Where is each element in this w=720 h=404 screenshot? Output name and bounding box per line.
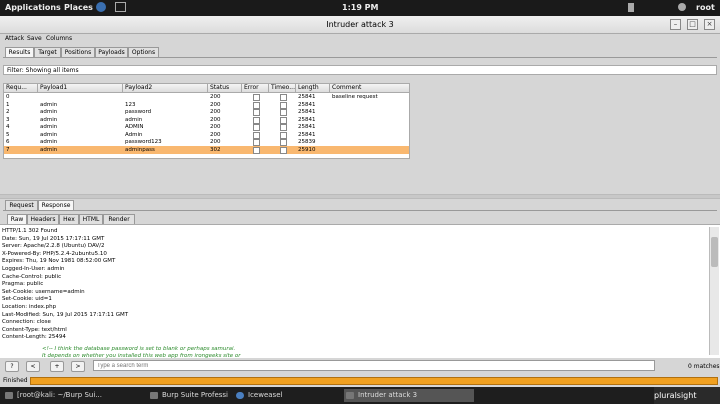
tab-divider — [3, 57, 717, 58]
status-label: Finished — [3, 377, 28, 384]
menu-save[interactable]: Save — [27, 35, 42, 42]
prev-button[interactable]: < — [26, 361, 40, 372]
close-icon[interactable]: × — [704, 19, 715, 30]
maximize-icon[interactable]: □ — [687, 19, 698, 30]
iceweasel-icon[interactable] — [96, 2, 106, 12]
filter-label: Filter: Showing all items — [7, 67, 79, 74]
tab-headers[interactable]: Headers — [27, 214, 59, 224]
applications-menu[interactable]: Applications — [5, 3, 61, 12]
terminal-icon[interactable] — [115, 2, 126, 12]
progress-bar — [30, 377, 718, 385]
col-length[interactable]: Length — [296, 84, 330, 93]
table-cell: 7 — [6, 146, 10, 153]
help-button[interactable]: ? — [5, 361, 19, 372]
window-titlebar[interactable]: Intruder attack 3 – □ × — [0, 16, 720, 34]
clock[interactable]: 1:19 PM — [342, 3, 379, 12]
iceweasel-icon — [236, 392, 244, 399]
tab-response[interactable]: Response — [38, 200, 74, 210]
response-line: X-Powered-By: PHP/5.2.4-2ubuntu5.10 — [2, 250, 107, 257]
tab-hex[interactable]: Hex — [59, 214, 79, 224]
scrollbar-thumb[interactable] — [711, 237, 718, 267]
tab-positions[interactable]: Positions — [61, 47, 95, 57]
places-menu[interactable]: Places — [64, 3, 93, 12]
tab-request[interactable]: Request — [5, 200, 38, 210]
response-line: HTTP/1.1 302 Found — [2, 228, 58, 234]
response-line: Set-Cookie: username=admin — [2, 288, 85, 295]
terminal-icon — [5, 392, 13, 399]
task-terminal[interactable]: [root@kali: ~/Burp Sui... — [3, 389, 143, 402]
pluralsight-watermark: pluralsight — [654, 387, 720, 404]
table-cell: 25910 — [298, 146, 316, 153]
results-table: Requ... Payload1 Payload2 Status Error T… — [3, 83, 410, 159]
response-line: Date: Sun, 19 Jul 2015 17:17:11 GMT — [2, 235, 105, 242]
tab-target[interactable]: Target — [34, 47, 61, 57]
search-input[interactable] — [93, 360, 655, 371]
tab-options[interactable]: Options — [128, 47, 159, 57]
timeout-checkbox — [280, 146, 287, 154]
task-label: Burp Suite Professio... — [162, 391, 228, 399]
menu-bar: Attack Save Columns — [0, 34, 720, 44]
response-line: Content-Type: text/html — [2, 326, 67, 333]
table-cell: 302 — [210, 146, 221, 153]
next-button[interactable]: > — [71, 361, 85, 372]
response-comment-1: <!-- I think the database password is se… — [42, 346, 236, 352]
tab-render[interactable]: Render — [103, 214, 135, 224]
burp-icon — [150, 392, 158, 399]
response-scrollbar[interactable] — [709, 227, 719, 355]
response-line: Cache-Control: public — [2, 273, 62, 280]
tab-results[interactable]: Results — [5, 47, 34, 57]
col-comment[interactable]: Comment — [330, 84, 409, 93]
response-line: Server: Apache/2.2.8 (Ubuntu) DAV/2 — [2, 243, 105, 250]
top-panel: Applications Places 1:19 PM root — [0, 0, 720, 16]
task-label: Iceweasel — [248, 391, 283, 399]
window-title: Intruder attack 3 — [326, 20, 394, 29]
user-icon — [678, 3, 686, 11]
add-button[interactable]: + — [50, 361, 64, 372]
menu-columns[interactable]: Columns — [46, 35, 72, 42]
filter-bar[interactable]: Filter: Showing all items — [3, 65, 717, 75]
tab-payloads[interactable]: Payloads — [95, 47, 128, 57]
response-comment-2: It depends on whether you installed this… — [42, 353, 241, 359]
reqtab-divider — [3, 210, 717, 211]
response-line: Logged-In-User: admin — [2, 266, 65, 272]
response-body[interactable]: HTTP/1.1 302 Found Date: Sun, 19 Jul 2015… — [0, 224, 720, 359]
response-line: Pragma: public — [2, 281, 44, 288]
col-timeout[interactable]: Timeo... — [269, 84, 296, 93]
menu-attack[interactable]: Attack — [5, 35, 24, 42]
task-label: [root@kali: ~/Burp Sui... — [17, 391, 102, 399]
pane-splitter[interactable] — [0, 194, 720, 199]
window-icon — [346, 392, 354, 399]
task-intruder[interactable]: Intruder attack 3 — [344, 389, 474, 402]
minimize-icon[interactable]: – — [670, 19, 681, 30]
table-cell: adminpass — [125, 146, 155, 153]
col-error[interactable]: Error — [242, 84, 269, 93]
response-line: Expires: Thu, 19 Nov 1981 08:52:00 GMT — [2, 258, 116, 265]
task-iceweasel[interactable]: Iceweasel — [234, 389, 334, 402]
response-line: Location: index.php — [2, 304, 57, 310]
microphone-icon[interactable] — [628, 3, 634, 12]
response-line: Set-Cookie: uid=1 — [2, 296, 52, 303]
response-line: Content-Length: 25494 — [2, 334, 66, 341]
response-line: Last-Modified: Sun, 19 Jul 2015 17:17:11… — [2, 311, 129, 318]
task-burp[interactable]: Burp Suite Professio... — [148, 389, 228, 402]
col-status[interactable]: Status — [208, 84, 242, 93]
tab-html[interactable]: HTML — [79, 214, 103, 224]
match-count: 0 matches — [688, 363, 720, 370]
table-row[interactable]: 7 admin adminpass 302 25910 — [4, 145, 409, 154]
table-cell: admin — [40, 146, 58, 153]
col-request[interactable]: Requ... — [4, 84, 38, 93]
taskbar: [root@kali: ~/Burp Sui... Burp Suite Pro… — [0, 387, 720, 404]
col-payload2[interactable]: Payload2 — [123, 84, 208, 93]
col-payload1[interactable]: Payload1 — [38, 84, 123, 93]
task-label: Intruder attack 3 — [358, 391, 418, 399]
response-line: Connection: close — [2, 319, 51, 326]
error-checkbox — [253, 146, 260, 154]
tab-raw[interactable]: Raw — [7, 214, 27, 224]
user-name[interactable]: root — [696, 3, 715, 12]
